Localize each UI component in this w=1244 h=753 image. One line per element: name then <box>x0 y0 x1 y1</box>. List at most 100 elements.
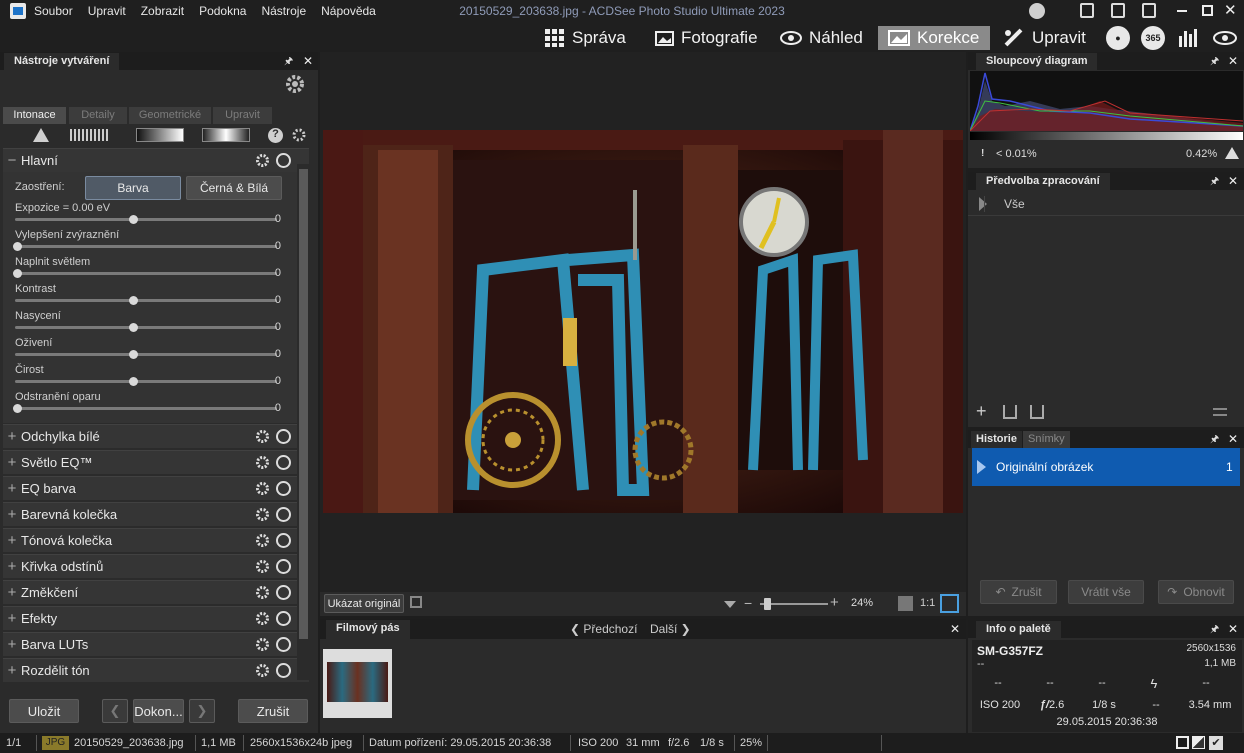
close-panel-button[interactable]: ✕ <box>303 54 313 68</box>
slider-track[interactable] <box>15 350 277 359</box>
section-toggle-icon[interactable] <box>276 429 291 444</box>
statistics-icon[interactable] <box>1178 28 1200 51</box>
account-icon[interactable] <box>1029 3 1045 19</box>
layout-left-icon[interactable] <box>1080 3 1094 18</box>
close-info-button[interactable]: ✕ <box>1228 622 1238 636</box>
tab-upravit[interactable]: Upravit <box>213 107 272 124</box>
slider-knob[interactable] <box>128 215 138 224</box>
section-item[interactable]: + Barevná kolečka <box>3 502 309 526</box>
section-gear-icon[interactable] <box>255 611 270 629</box>
section-toggle-icon[interactable] <box>276 481 291 496</box>
left-scrollbar[interactable] <box>297 164 309 680</box>
fit-screen-icon[interactable] <box>940 594 959 613</box>
filmstrip-thumbnail[interactable] <box>323 649 392 718</box>
section-item[interactable]: + Světlo EQ™ <box>3 450 309 474</box>
section-toggle-icon[interactable] <box>276 663 291 678</box>
mode-upravit-button[interactable]: Upravit <box>993 26 1096 50</box>
view-single-icon[interactable] <box>1176 736 1189 749</box>
view-eye-icon[interactable] <box>1212 29 1238 50</box>
revert-all-button[interactable]: Vrátit vše <box>1068 580 1144 604</box>
prev-image-button[interactable]: ❮ Předchozí <box>570 622 637 636</box>
section-item[interactable]: + Změkčení <box>3 580 309 604</box>
close-history-button[interactable]: ✕ <box>1228 432 1238 446</box>
section-toggle-icon[interactable] <box>276 637 291 652</box>
slider-track[interactable] <box>15 323 277 332</box>
layout-right-icon[interactable] <box>1142 3 1156 18</box>
cancel-button[interactable]: Zrušit <box>238 699 308 723</box>
section-item[interactable]: + EQ barva <box>3 476 309 500</box>
minimize-button[interactable] <box>1177 10 1187 12</box>
history-item-original[interactable]: Originální obrázek 1 <box>972 448 1240 486</box>
section-gear-icon[interactable] <box>255 481 270 499</box>
slider-knob[interactable] <box>128 377 138 386</box>
section-gear-icon[interactable] <box>255 637 270 655</box>
mode-fotografie-button[interactable]: Fotografie <box>644 26 768 50</box>
settings-gear-icon[interactable] <box>284 73 308 100</box>
close-filmstrip-button[interactable]: ✕ <box>950 622 960 636</box>
film-icon[interactable] <box>70 129 110 141</box>
undo-button[interactable]: ↶ Zrušit <box>980 580 1057 604</box>
done-button[interactable]: Dokon... <box>133 699 184 723</box>
tab-intonace[interactable]: Intonace <box>3 107 66 124</box>
treatment-color-button[interactable]: Barva <box>85 176 181 200</box>
section-hlavni[interactable]: − Hlavní <box>3 148 309 172</box>
section-toggle-icon[interactable] <box>276 153 291 168</box>
import-icon[interactable] <box>1003 405 1017 419</box>
zoom-select-icon[interactable] <box>898 596 913 611</box>
mode-nahled-button[interactable]: Náhled <box>770 26 873 50</box>
help-icon[interactable]: ? <box>268 128 283 143</box>
section-gear-icon[interactable] <box>255 585 270 603</box>
slider-knob[interactable] <box>13 404 22 413</box>
slider-track[interactable] <box>15 215 277 224</box>
pin-icon[interactable]: 🖈 <box>1210 622 1219 639</box>
section-toggle-icon[interactable] <box>276 559 291 574</box>
slider-track[interactable] <box>15 377 277 386</box>
image-viewer[interactable] <box>320 52 966 592</box>
treatment-bw-button[interactable]: Černá & Bílá <box>186 176 282 200</box>
actual-size-button[interactable]: 1:1 <box>920 597 935 609</box>
add-preset-icon[interactable]: + <box>976 401 987 422</box>
zoom-slider[interactable] <box>760 598 828 610</box>
section-item[interactable]: + Rozdělit tón <box>3 658 309 682</box>
section-gear-icon[interactable] <box>255 507 270 525</box>
section-toggle-icon[interactable] <box>276 455 291 470</box>
warning-icon[interactable] <box>33 128 49 142</box>
tab-historie[interactable]: Historie <box>971 431 1022 448</box>
section-toggle-icon[interactable] <box>276 585 291 600</box>
close-window-button[interactable]: ✕ <box>1224 1 1237 19</box>
close-histogram-button[interactable]: ✕ <box>1228 54 1238 68</box>
pin-icon[interactable]: 🖈 <box>284 54 293 71</box>
slider-track[interactable] <box>15 296 277 305</box>
highlight-warning-icon[interactable] <box>1225 147 1239 159</box>
section-toggle-icon[interactable] <box>276 507 291 522</box>
tab-geometricke[interactable]: Geometrické <box>129 107 211 124</box>
section-item[interactable]: + Tónová kolečka <box>3 528 309 552</box>
redo-button[interactable]: ↷ Obnovit <box>1158 580 1234 604</box>
section-toggle-icon[interactable] <box>276 611 291 626</box>
export-icon[interactable] <box>1030 405 1044 419</box>
show-original-button[interactable]: Ukázat originál <box>324 594 404 613</box>
gradient-mid-icon[interactable] <box>202 128 250 142</box>
zoom-out-button[interactable]: − <box>744 595 752 611</box>
pin-icon[interactable]: 🖈 <box>1210 174 1219 191</box>
mode-sprava-button[interactable]: Správa <box>535 26 636 50</box>
prev-tool-button[interactable]: ❮ <box>102 699 128 723</box>
section-gear-icon[interactable] <box>255 663 270 681</box>
check-icon[interactable]: ✔ <box>1209 736 1223 750</box>
slider-knob[interactable] <box>13 269 22 278</box>
section-toggle-icon[interactable] <box>276 533 291 548</box>
section-gear-icon[interactable] <box>255 559 270 577</box>
layout-bottom-icon[interactable] <box>1111 3 1125 18</box>
slider-track[interactable] <box>13 404 277 413</box>
section-item[interactable]: + Odchylka bílé <box>3 424 309 448</box>
section-gear-icon[interactable] <box>255 533 270 551</box>
fullscreen-icon[interactable] <box>410 596 422 608</box>
shadow-warning-icon[interactable]: ! <box>981 148 984 159</box>
acdsee-365-button[interactable]: 365 <box>1141 26 1165 50</box>
next-tool-button[interactable]: ❯ <box>189 699 215 723</box>
section-gear-icon[interactable] <box>255 153 270 171</box>
section-item[interactable]: + Efekty <box>3 606 309 630</box>
slider-knob[interactable] <box>128 323 138 332</box>
zoom-dropdown-icon[interactable] <box>724 601 736 608</box>
slider-knob[interactable] <box>128 296 138 305</box>
